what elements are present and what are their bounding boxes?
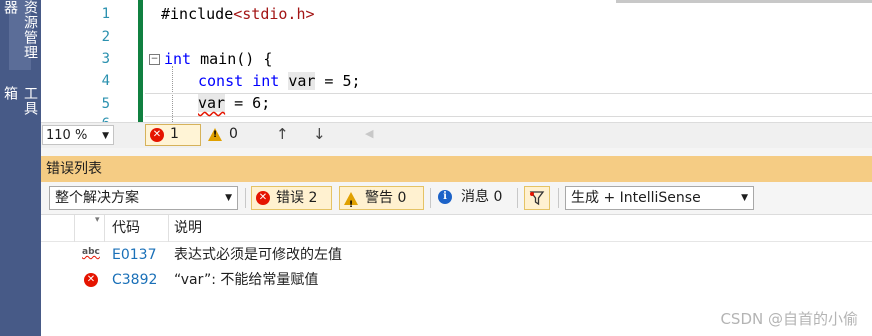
errors-filter-button[interactable]: ✕ 错误 2 — [251, 186, 332, 210]
include-header: <stdio.h> — [233, 5, 315, 23]
messages-filter-button[interactable]: i 消息 0 — [434, 186, 512, 210]
toolbar-separator — [558, 188, 559, 208]
toolbar-separator — [245, 188, 246, 208]
previous-issue-button[interactable]: ↑ — [276, 125, 289, 143]
table-row[interactable]: abc E0137 表达式必须是可修改的左值 — [41, 243, 872, 267]
messages-label: 消息 0 — [461, 189, 503, 205]
scroll-left-icon[interactable]: ◀ — [365, 127, 373, 140]
filter-icon-button[interactable] — [524, 186, 550, 210]
chevron-down-icon: ▼ — [102, 131, 109, 141]
table-row[interactable]: ✕ C3892 “var”: 不能给常量赋值 — [41, 268, 872, 292]
side-tab-strip: 资源管理器 工具箱 — [0, 0, 41, 336]
info-icon: i — [438, 190, 452, 204]
line-number: 2 — [101, 29, 110, 45]
error-icon: ✕ — [256, 191, 270, 205]
error-list-toolbar: 整个解决方案 ▼ ✕ 错误 2 ! 警告 0 i 消息 0 生成 + IntelliSe… — [41, 182, 872, 214]
watermark: CSDN @自首的小偷 — [720, 310, 858, 328]
warnings-filter-button[interactable]: ! 警告 0 — [339, 186, 424, 210]
warning-count: 0 — [229, 126, 238, 142]
column-header-code[interactable]: 代码 — [112, 215, 140, 242]
change-tracking-bar — [138, 0, 143, 122]
toolbar-separator — [430, 188, 431, 208]
sort-indicator-icon[interactable]: ▾ — [95, 215, 100, 225]
code-line-5: var = 6; — [198, 94, 270, 112]
solution-explorer-tab[interactable]: 资源管理器 — [2, 0, 38, 70]
preprocessor-directive: #include — [161, 5, 234, 23]
code-text: = 6; — [225, 94, 271, 112]
code-text: = 5; — [315, 72, 361, 90]
toolbox-tab[interactable]: 工具箱 — [2, 86, 38, 130]
chevron-down-icon: ▼ — [225, 193, 232, 203]
build-source-dropdown[interactable]: 生成 + IntelliSense ▼ — [565, 186, 754, 210]
line-number: 1 — [101, 6, 110, 22]
error-count: 1 — [170, 126, 179, 142]
intellisense-squiggle-icon: abc — [82, 247, 100, 257]
error-description: 表达式必须是可修改的左值 — [174, 247, 342, 263]
keyword: int — [252, 72, 280, 90]
code-text: main() { — [191, 50, 273, 68]
line-number: 4 — [101, 73, 110, 89]
scope-value: 整个解决方案 — [55, 190, 139, 206]
variable-name-error: var — [198, 94, 226, 112]
editor-scrollbar-track[interactable] — [616, 0, 872, 3]
code-line-1: #include<stdio.h> — [161, 5, 315, 23]
code-editor[interactable]: 1 2 3 4 5 6 − #include<stdio.h> int main… — [41, 0, 872, 122]
errors-label: 错误 2 — [276, 190, 318, 206]
zoom-dropdown[interactable]: 110 % ▼ — [42, 125, 114, 145]
code-line-3: int main() { — [164, 50, 272, 68]
chevron-down-icon: ▼ — [741, 193, 748, 203]
error-count-indicator[interactable]: ✕ 1 — [145, 124, 201, 146]
column-separator — [168, 215, 169, 242]
column-separator — [104, 215, 105, 242]
column-header-description[interactable]: 说明 — [174, 215, 202, 242]
warnings-label: 警告 0 — [365, 190, 407, 206]
error-list-title[interactable]: 错误列表 — [41, 156, 872, 182]
build-source-value: 生成 + IntelliSense — [571, 190, 701, 206]
warning-icon: ! — [208, 128, 222, 141]
zoom-value: 110 % — [46, 128, 88, 143]
editor-status-bar: 110 % ▼ ✕ 1 ! 0 ↑ ↓ ◀ — [41, 122, 872, 149]
variable-name: var — [288, 72, 316, 90]
error-description: “var”: 不能给常量赋值 — [174, 272, 319, 288]
code-line-4: const int var = 5; — [198, 72, 361, 90]
error-icon: ✕ — [150, 128, 164, 142]
funnel-icon — [529, 191, 545, 206]
next-issue-button[interactable]: ↓ — [313, 125, 326, 143]
toolbar-separator — [517, 188, 518, 208]
table-header: ▾ 代码 说明 — [41, 214, 872, 242]
column-separator — [74, 215, 75, 242]
keyword: int — [164, 50, 192, 68]
keyword: const — [198, 72, 244, 90]
error-code-link[interactable]: C3892 — [112, 268, 157, 292]
warning-icon: ! — [344, 191, 358, 210]
line-number: 3 — [101, 51, 110, 67]
line-number: 5 — [101, 96, 110, 112]
scope-dropdown[interactable]: 整个解决方案 ▼ — [49, 186, 238, 210]
error-icon: ✕ — [84, 273, 98, 287]
panel-gap — [41, 148, 872, 156]
collapse-outline-icon[interactable]: − — [149, 54, 160, 65]
error-code-link[interactable]: E0137 — [112, 243, 156, 267]
